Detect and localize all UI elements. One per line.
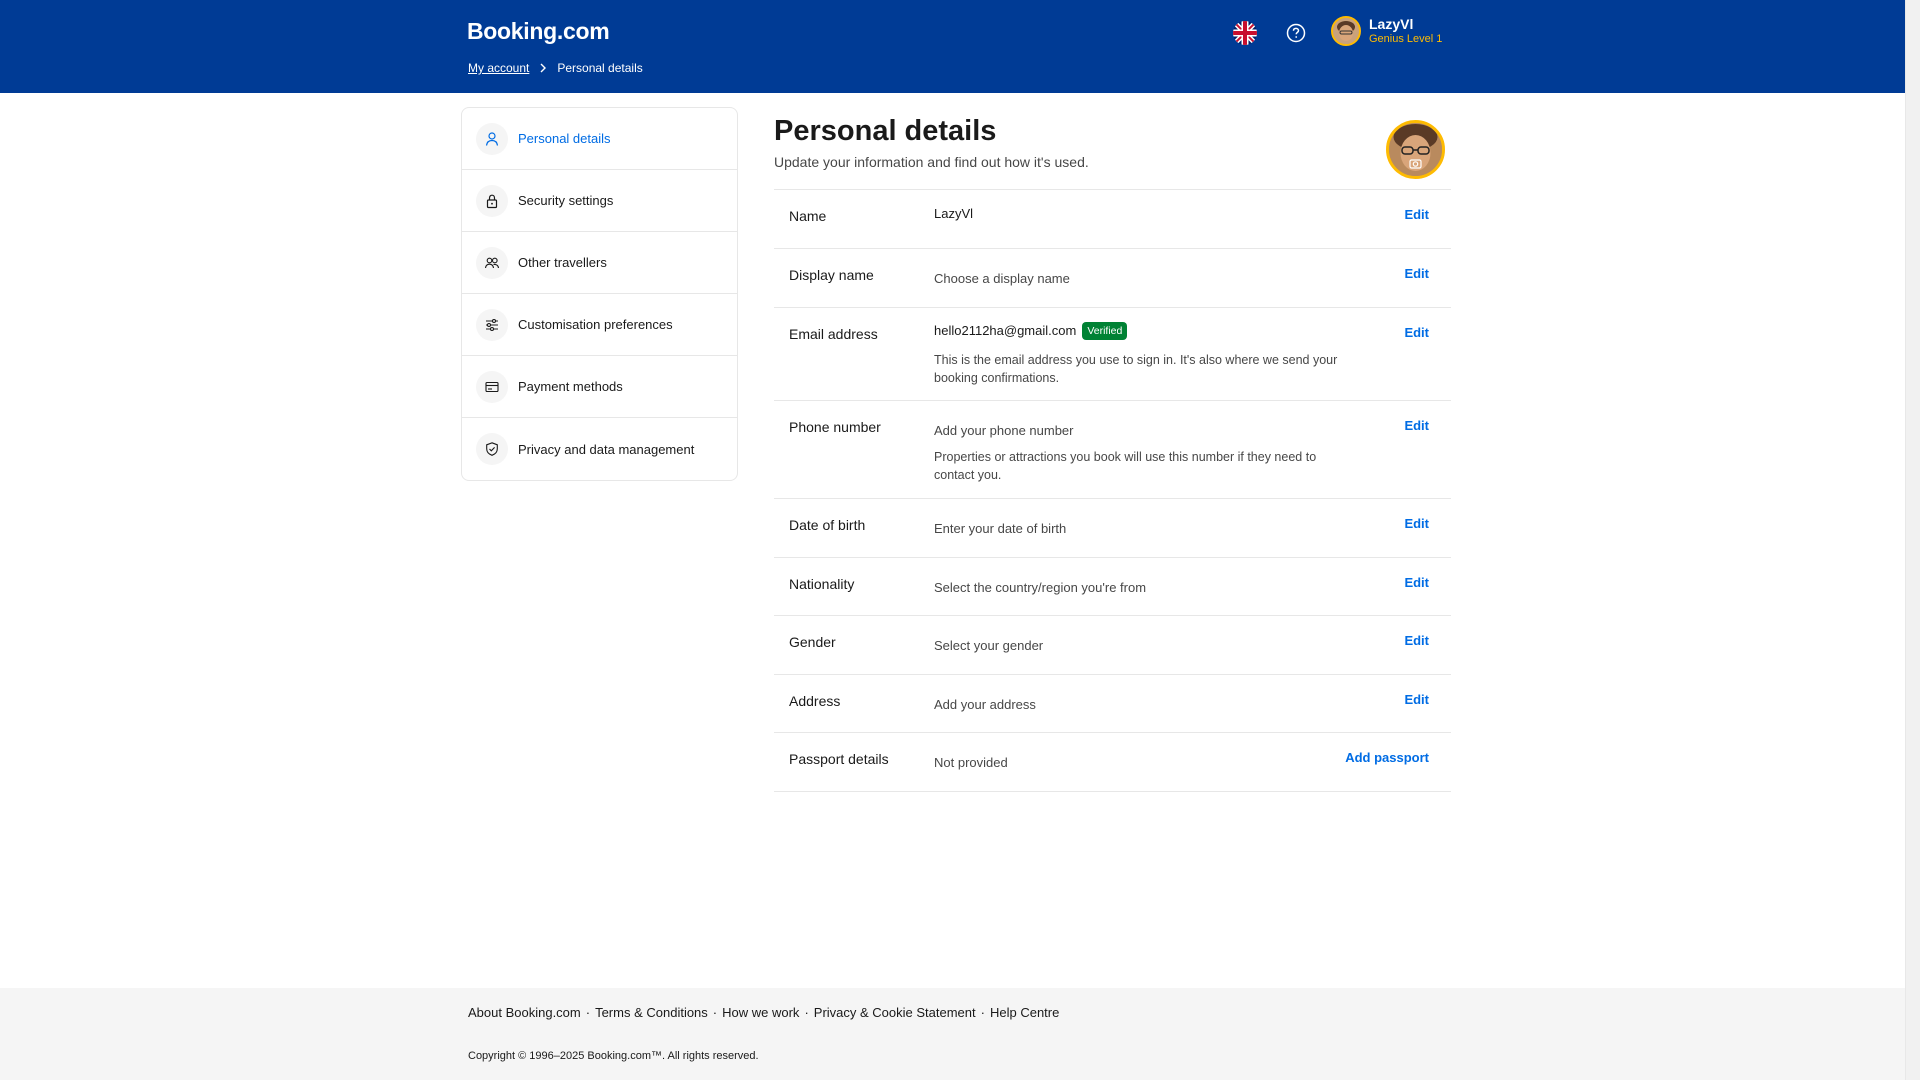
verified-badge: Verified (1082, 322, 1128, 340)
edit-gender-button[interactable]: Edit (1404, 633, 1429, 648)
avatar (1331, 16, 1361, 46)
edit-address-button[interactable]: Edit (1404, 692, 1429, 707)
breadcrumb: My account Personal details (468, 61, 643, 75)
account-sidebar: Personal details Security settings Other… (461, 107, 738, 481)
row-passport-details: Passport details Not provided Add passpo… (774, 733, 1451, 792)
details-list: Name LazyVl Edit Display name Choose a d… (774, 189, 1451, 792)
sidebar-item-label: Other travellers (518, 255, 607, 270)
row-label: Nationality (789, 576, 855, 592)
row-label: Email address (789, 326, 878, 342)
profile-photo[interactable] (1386, 120, 1445, 179)
page-title: Personal details (774, 115, 997, 147)
email-value: hello2112ha@gmail.com Verified (934, 322, 1128, 340)
display-name-value: Choose a display name (934, 271, 1070, 286)
sidebar-item-label: Personal details (518, 131, 611, 146)
sidebar-item-privacy-and-data-management[interactable]: Privacy and data management (462, 418, 737, 480)
breadcrumb-my-account[interactable]: My account (468, 61, 529, 75)
footer-link-help[interactable]: Help Centre (990, 1005, 1059, 1020)
passport-value: Not provided (934, 755, 1008, 770)
breadcrumb-current: Personal details (557, 61, 643, 75)
footer-separator: · (585, 1005, 591, 1020)
sidebar-item-payment-methods[interactable]: Payment methods (462, 356, 737, 418)
shield-check-icon (476, 433, 508, 465)
email-text: hello2112ha@gmail.com (934, 323, 1077, 338)
phone-value: Add your phone number (934, 423, 1074, 438)
sliders-icon (476, 308, 508, 341)
sidebar-item-customisation-preferences[interactable]: Customisation preferences (462, 294, 737, 356)
edit-phone-button[interactable]: Edit (1404, 418, 1429, 433)
address-value: Add your address (934, 697, 1036, 712)
footer: About Booking.com · Terms & Conditions ·… (0, 988, 1905, 1080)
row-label: Display name (789, 267, 874, 283)
edit-display-name-button[interactable]: Edit (1404, 266, 1429, 281)
row-gender: Gender Select your gender Edit (774, 616, 1451, 675)
row-nationality: Nationality Select the country/region yo… (774, 558, 1451, 616)
top-header: Booking.com My account Personal details (0, 0, 1905, 93)
email-description: This is the email address you use to sig… (934, 353, 1338, 385)
row-label: Phone number (789, 419, 881, 435)
row-label: Date of birth (789, 517, 866, 533)
sidebar-item-label: Security settings (518, 193, 614, 208)
dob-value: Enter your date of birth (934, 521, 1067, 536)
sidebar-item-label: Customisation preferences (518, 317, 673, 332)
edit-dob-button[interactable]: Edit (1404, 516, 1429, 531)
sidebar-item-label: Privacy and data management (518, 441, 695, 457)
chevron-right-icon (540, 63, 547, 73)
phone-description: Properties or attractions you book will … (934, 450, 1317, 482)
row-address: Address Add your address Edit (774, 675, 1451, 733)
sidebar-item-personal-details[interactable]: Personal details (462, 108, 737, 170)
help-circle-icon[interactable] (1282, 19, 1310, 47)
footer-link-privacy[interactable]: Privacy & Cookie Statement (814, 1005, 976, 1020)
uk-flag-icon[interactable] (1233, 21, 1257, 45)
sidebar-item-label: Payment methods (518, 379, 623, 394)
row-label: Passport details (789, 751, 889, 767)
row-label: Gender (789, 634, 836, 650)
footer-separator: · (804, 1005, 809, 1020)
lock-icon (476, 184, 508, 217)
user-name: LazyVl (1369, 16, 1414, 32)
sidebar-item-other-travellers[interactable]: Other travellers (462, 232, 737, 294)
genius-level: Genius Level 1 (1369, 33, 1443, 45)
booking-logo[interactable]: Booking.com (467, 18, 610, 45)
edit-nationality-button[interactable]: Edit (1404, 575, 1429, 590)
row-date-of-birth: Date of birth Enter your date of birth E… (774, 499, 1451, 558)
row-phone-number: Phone number Add your phone number Prope… (774, 401, 1451, 499)
page-scrollbar[interactable] (1905, 0, 1920, 1080)
card-icon (476, 370, 508, 403)
row-email-address: Email address hello2112ha@gmail.com Verif… (774, 308, 1451, 401)
copyright-text: Copyright © 1996–2025 Booking.com™. All … (468, 1050, 759, 1062)
row-label: Address (789, 693, 841, 709)
sidebar-item-security-settings[interactable]: Security settings (462, 170, 737, 232)
edit-name-button[interactable]: Edit (1404, 207, 1429, 222)
row-display-name: Display name Choose a display name Edit (774, 249, 1451, 308)
edit-email-button[interactable]: Edit (1404, 325, 1429, 340)
footer-link-how-we-work[interactable]: How we work (722, 1005, 799, 1020)
footer-separator: · (712, 1005, 718, 1020)
page-subtitle: Update your information and find out how… (774, 154, 1089, 170)
people-icon (476, 246, 508, 279)
footer-links: About Booking.com · Terms & Conditions ·… (468, 1005, 1059, 1020)
footer-separator: · (980, 1005, 985, 1020)
add-passport-button[interactable]: Add passport (1345, 750, 1429, 765)
name-value: LazyVl (934, 206, 974, 221)
nationality-value: Select the country/region you're from (934, 580, 1147, 595)
row-label: Name (789, 208, 827, 224)
footer-link-about[interactable]: About Booking.com (468, 1005, 581, 1020)
person-icon (476, 122, 508, 155)
footer-link-terms[interactable]: Terms & Conditions (595, 1005, 708, 1020)
main-content: Personal details Update your information… (774, 107, 1451, 792)
gender-value: Select your gender (934, 638, 1044, 653)
user-menu[interactable]: LazyVl Genius Level 1 (1331, 16, 1442, 46)
row-name: Name LazyVl Edit (774, 190, 1451, 249)
